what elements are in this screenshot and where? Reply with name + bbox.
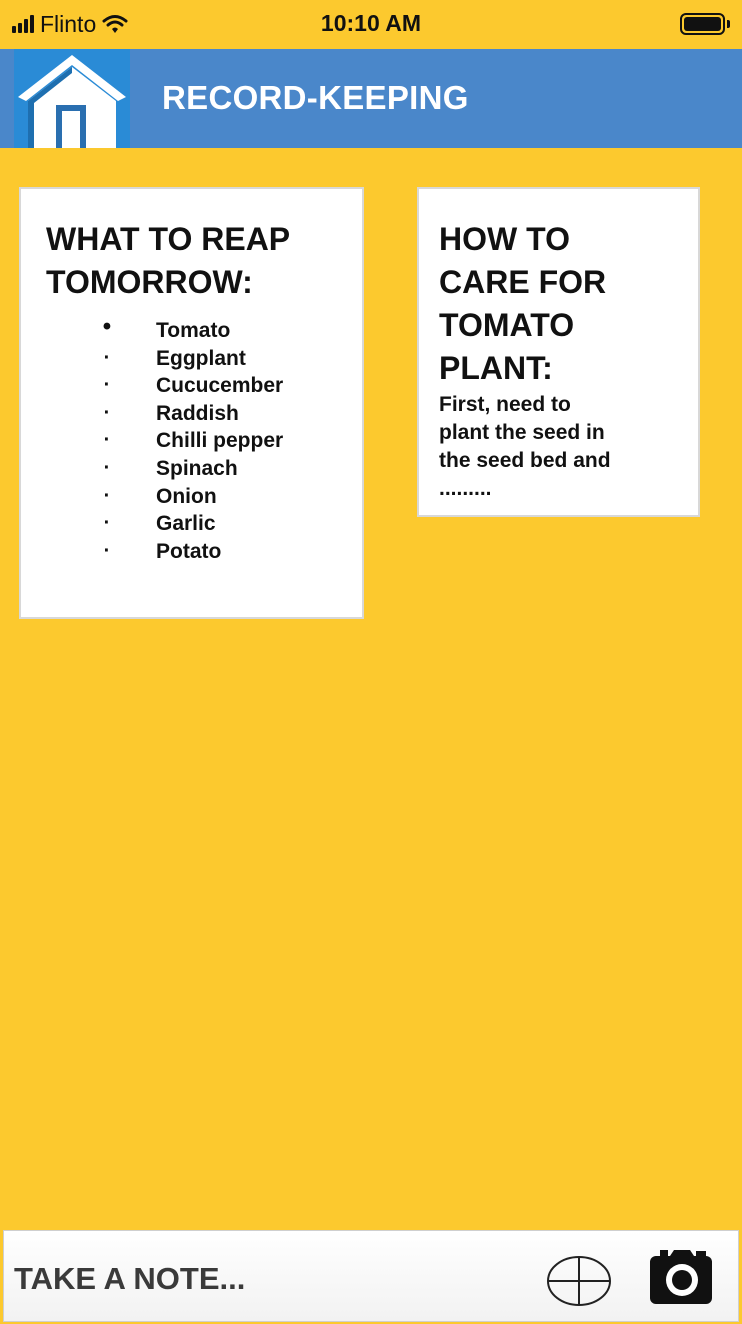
home-button[interactable]: [14, 49, 130, 148]
reap-title-line: TOMORROW:: [46, 264, 253, 300]
camera-button[interactable]: [648, 1248, 714, 1306]
care-title-line: TOMATO: [439, 307, 575, 343]
care-note-card[interactable]: HOW TO CARE FOR TOMATO PLANT: First, nee…: [417, 187, 700, 517]
care-card-title: HOW TO CARE FOR TOMATO PLANT:: [439, 218, 689, 390]
list-item: · Garlic: [103, 512, 216, 536]
care-card-body: First, need to plant the seed in the see…: [439, 391, 689, 503]
battery-icon: [680, 13, 730, 35]
take-note-input[interactable]: TAKE A NOTE...: [14, 1261, 245, 1297]
camera-icon: [650, 1250, 712, 1304]
care-title-line: CARE FOR: [439, 264, 607, 300]
page-title: RECORD-KEEPING: [162, 79, 469, 116]
list-item: • Tomato: [102, 313, 231, 342]
care-body-line: First, need to: [439, 393, 571, 416]
house-icon: [18, 55, 126, 148]
add-note-button[interactable]: [546, 1255, 612, 1307]
status-bar: Flinto 10:10 AM: [0, 0, 742, 49]
list-item: · Potato: [103, 539, 222, 563]
list-item: · Chilli pepper: [103, 429, 284, 453]
care-body-line: .........: [439, 477, 492, 500]
list-item: · Cucucember: [103, 374, 284, 398]
note-input-bar: TAKE A NOTE...: [3, 1230, 739, 1322]
care-body-line: plant the seed in: [439, 421, 605, 444]
list-item: · Spinach: [103, 456, 238, 480]
status-time: 10:10 AM: [320, 10, 422, 36]
list-item: · Onion: [103, 484, 217, 508]
list-item: · Raddish: [103, 401, 239, 425]
reap-note-card[interactable]: WHAT TO REAP TOMORROW: • Tomato · Eggplant…: [19, 187, 364, 619]
care-title-line: PLANT:: [439, 350, 553, 386]
care-title-line: HOW TO: [439, 221, 570, 257]
care-body-line: the seed bed and: [439, 449, 611, 472]
app-header: RECORD-KEEPING: [0, 49, 742, 148]
plus-circle-icon: [547, 1256, 611, 1306]
list-item: · Eggplant: [103, 346, 246, 370]
reap-list: • Tomato · Eggplant · Cucucember · Raddish ·…: [21, 313, 361, 565]
reap-title-line: WHAT TO REAP: [46, 221, 291, 257]
reap-card-title: WHAT TO REAP TOMORROW:: [46, 218, 356, 304]
